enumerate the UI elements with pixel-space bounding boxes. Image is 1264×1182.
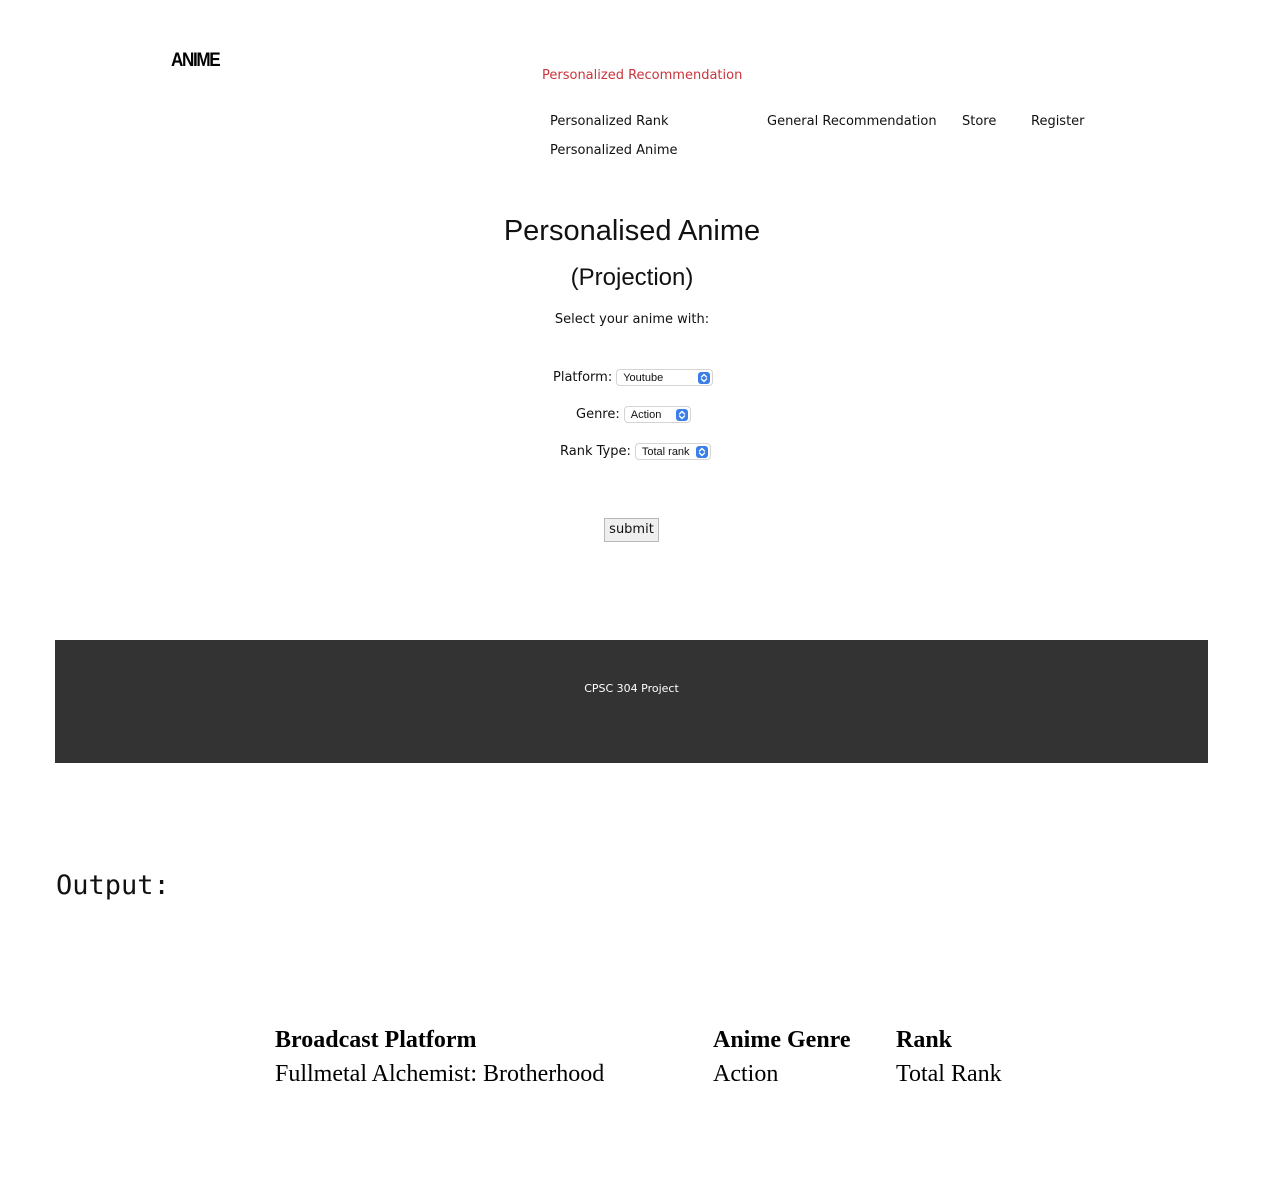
page-title: Personalised Anime [503, 215, 761, 247]
rank-type-select-value: Total rank [641, 446, 690, 458]
table-cell-genre: Action [713, 1061, 779, 1087]
rank-type-select[interactable]: Total rank [634, 443, 711, 460]
output-label: Output: [56, 870, 170, 901]
chevron-updown-icon [675, 409, 688, 421]
genre-row: Genre: Action [576, 406, 691, 423]
nav-register[interactable]: Register [1031, 114, 1085, 130]
nav-personalized-recommendation[interactable]: Personalized Recommendation [542, 68, 742, 84]
rank-type-row: Rank Type: Total rank [560, 443, 711, 460]
nav-store[interactable]: Store [962, 114, 996, 130]
nav-personalized-rank[interactable]: Personalized Rank [550, 114, 669, 130]
table-header-broadcast-platform: Broadcast Platform [275, 1027, 477, 1053]
platform-label: Platform: [553, 369, 613, 385]
table-header-anime-genre: Anime Genre [713, 1027, 851, 1053]
platform-row: Platform: Youtube [553, 369, 714, 386]
submit-button[interactable]: submit [604, 518, 659, 542]
nav-general-recommendation[interactable]: General Recommendation [767, 114, 937, 130]
footer: CPSC 304 Project [55, 640, 1208, 763]
table-cell-platform: Fullmetal Alchemist: Brotherhood [275, 1061, 605, 1087]
chevron-updown-icon [695, 446, 708, 458]
chevron-updown-icon [698, 372, 711, 384]
instruction-text: Select your anime with: [554, 312, 710, 327]
platform-select-value: Youtube [623, 372, 664, 384]
footer-text: CPSC 304 Project [584, 682, 679, 695]
platform-select[interactable]: Youtube [616, 369, 714, 386]
site-logo[interactable]: ANIME [171, 50, 221, 72]
genre-select-value: Action [630, 409, 662, 421]
table-header-rank: Rank [896, 1027, 953, 1053]
page-subtitle: (Projection) [570, 264, 694, 291]
genre-label: Genre: [576, 406, 620, 422]
genre-select[interactable]: Action [623, 406, 691, 423]
table-cell-rank: Total Rank [896, 1061, 1002, 1087]
nav-personalized-anime[interactable]: Personalized Anime [550, 143, 678, 159]
rank-type-label: Rank Type: [560, 443, 631, 459]
